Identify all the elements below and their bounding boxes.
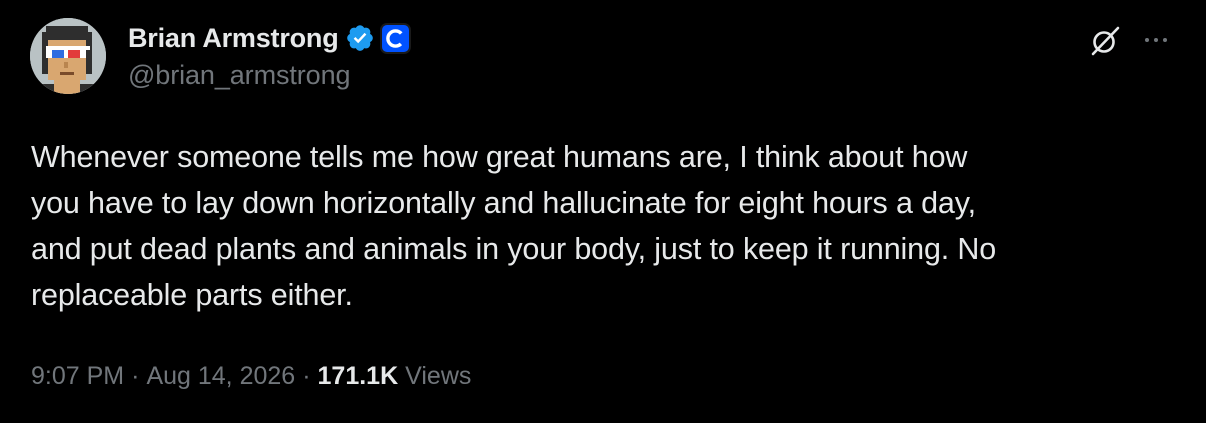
author-block: Brian Armstrong @brian_armstrong (128, 20, 409, 91)
dot (1154, 38, 1158, 42)
name-row: Brian Armstrong (128, 20, 409, 56)
verified-badge-icon[interactable] (345, 23, 375, 53)
more-dots-icon[interactable] (1138, 24, 1174, 56)
handle[interactable]: @brian_armstrong (128, 60, 409, 91)
dot (1145, 38, 1149, 42)
tweet-time[interactable]: 9:07 PM (31, 362, 124, 391)
tweet-text: Whenever someone tells me how great huma… (31, 140, 997, 312)
avatar[interactable] (30, 18, 106, 94)
views-count[interactable]: 171.1K (318, 362, 399, 391)
dot (1163, 38, 1167, 42)
views-label: Views (405, 362, 472, 390)
grok-icon[interactable] (1086, 22, 1124, 60)
display-name[interactable]: Brian Armstrong (128, 23, 339, 54)
separator: · (131, 362, 140, 390)
tweet-date[interactable]: Aug 14, 2026 (146, 362, 295, 391)
tweet-meta: 9:07 PM · Aug 14, 2026 · 171.1K Views (31, 362, 471, 391)
separator: · (302, 362, 311, 390)
coinbase-logo-icon[interactable] (381, 24, 409, 52)
tweet-card: Brian Armstrong @brian_armstrong Wheneve… (0, 0, 1206, 423)
pixel-avatar-icon (30, 18, 106, 94)
